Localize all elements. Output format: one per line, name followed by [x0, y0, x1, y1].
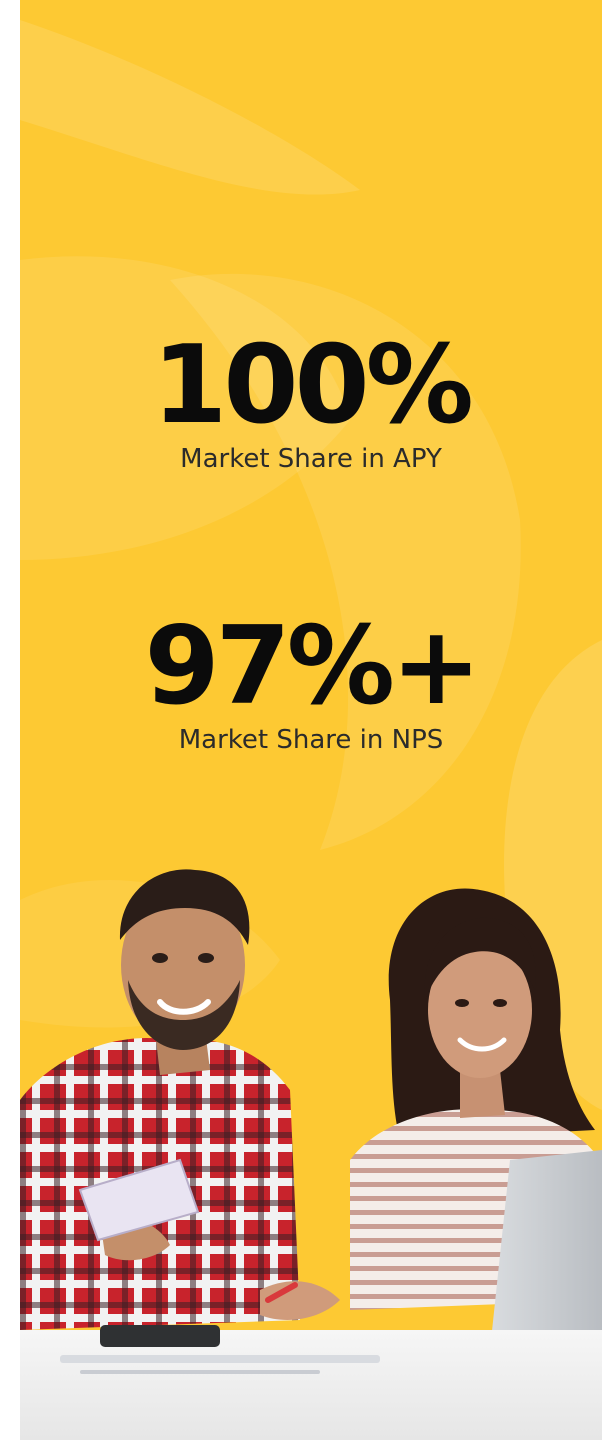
calculator	[100, 1325, 220, 1347]
stat-label: Market Share in APY	[180, 444, 442, 474]
man-eye-right	[198, 953, 214, 963]
papers-lines	[80, 1370, 320, 1374]
stat-apy: 100% Market Share in APY	[20, 332, 602, 475]
woman-eye-right	[493, 999, 507, 1007]
woman-eye-left	[455, 999, 469, 1007]
stat-nps: 97%+ Market Share in NPS	[20, 613, 602, 756]
stat-label: Market Share in NPS	[178, 725, 444, 755]
swirl-top	[20, 20, 360, 195]
page: 100% Market Share in APY 97%+ Market Sha…	[0, 0, 602, 1440]
man-eye-left	[152, 953, 168, 963]
couple-photo	[20, 869, 602, 1440]
promo-banner: 100% Market Share in APY 97%+ Market Sha…	[20, 0, 602, 1440]
papers	[60, 1355, 380, 1363]
stat-value: 100%	[152, 323, 474, 448]
man-figure	[20, 869, 300, 1330]
stat-value: 97%+	[144, 604, 482, 729]
